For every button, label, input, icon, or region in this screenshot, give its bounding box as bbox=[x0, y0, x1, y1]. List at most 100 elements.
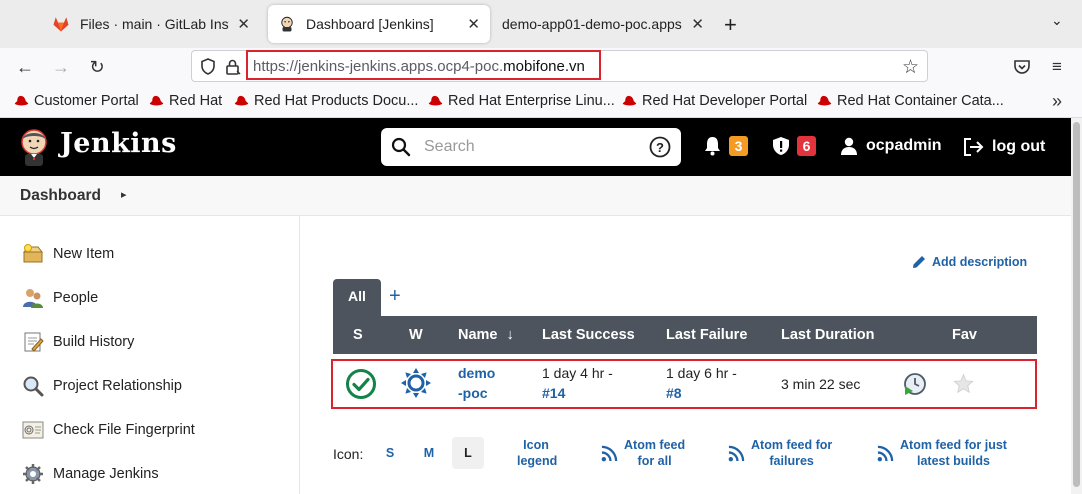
security-button[interactable]: 6 bbox=[772, 136, 816, 156]
scrollbar-thumb[interactable] bbox=[1073, 122, 1080, 487]
tab-list-chevron-icon[interactable]: ⌄ bbox=[1051, 12, 1063, 29]
menu-hamburger-icon[interactable]: ≡ bbox=[1046, 56, 1068, 78]
reload-icon[interactable]: ↻ bbox=[86, 56, 108, 78]
column-last-success[interactable]: Last Success bbox=[542, 327, 635, 343]
logout-icon bbox=[964, 138, 984, 156]
rss-icon bbox=[877, 445, 894, 461]
people-icon bbox=[23, 289, 43, 308]
feed-label-line: Atom feed for bbox=[751, 438, 833, 452]
bookmark-label: Red Hat Developer Portal bbox=[642, 93, 808, 109]
tab-close-icon[interactable]: ✕ bbox=[691, 15, 704, 33]
feed-label-line: Atom feed bbox=[624, 438, 686, 452]
jobs-table-header: S W Name ↓ Last Success Last Failure Las… bbox=[333, 316, 1037, 354]
bookmark-red-hat-developer-portal[interactable]: Red Hat Developer Portal bbox=[621, 93, 807, 109]
jenkins-title[interactable]: Jenkins bbox=[60, 128, 177, 159]
sidebar-item-label: New Item bbox=[53, 246, 115, 262]
icon-size-label: Icon: bbox=[333, 446, 364, 462]
sidebar-item-check-file-fingerprint[interactable]: Check File Fingerprint bbox=[22, 419, 195, 441]
user-button[interactable]: ocpadmin bbox=[840, 137, 942, 155]
sidebar-item-project-relationship[interactable]: Project Relationship bbox=[22, 375, 182, 397]
build-history-icon bbox=[24, 332, 44, 352]
add-view-icon[interactable]: + bbox=[389, 285, 401, 308]
icon-legend-bar: Icon: S M L Icon legend Atom feed for al… bbox=[333, 437, 1037, 471]
sort-arrow-icon: ↓ bbox=[506, 327, 514, 343]
column-name[interactable]: Name ↓ bbox=[458, 327, 514, 343]
pocket-icon[interactable] bbox=[1013, 58, 1031, 76]
tab-close-icon[interactable]: ✕ bbox=[237, 15, 250, 33]
add-description-label: Add description bbox=[932, 255, 1028, 269]
bookmark-label: Red Hat bbox=[169, 93, 223, 109]
page-scrollbar[interactable] bbox=[1071, 118, 1082, 494]
breadcrumb-dashboard[interactable]: Dashboard bbox=[20, 187, 101, 205]
icon-legend-line: Icon bbox=[523, 438, 549, 452]
redhat-icon bbox=[234, 95, 249, 106]
jenkins-logo-icon[interactable] bbox=[18, 127, 50, 167]
new-tab-icon[interactable]: + bbox=[724, 12, 737, 38]
add-description-link[interactable]: Add description bbox=[911, 254, 1027, 270]
bookmark-label: Red Hat Products Docu... bbox=[254, 93, 419, 109]
search-icon bbox=[391, 137, 411, 157]
icon-size-m[interactable]: M bbox=[413, 437, 445, 469]
sidebar-item-label: Manage Jenkins bbox=[53, 466, 159, 482]
column-weather[interactable]: W bbox=[409, 327, 423, 343]
tab-gitlab[interactable]: Files · main · GitLab Instan ✕ bbox=[42, 5, 260, 43]
bookmark-label: Customer Portal bbox=[34, 93, 139, 109]
tab-jenkins-dashboard[interactable]: Dashboard [Jenkins] ✕ bbox=[268, 5, 490, 43]
forward-arrow-icon[interactable]: → bbox=[50, 56, 72, 78]
icon-legend-link[interactable]: Icon legend bbox=[517, 437, 558, 469]
notifications-button[interactable]: 3 bbox=[703, 136, 748, 156]
search-box[interactable]: Search ? bbox=[381, 128, 681, 166]
sidebar-item-label: People bbox=[53, 290, 99, 306]
bookmark-label: Red Hat Enterprise Linu... bbox=[448, 93, 615, 109]
icon-size-s[interactable]: S bbox=[374, 437, 406, 469]
logout-label: log out bbox=[992, 138, 1046, 155]
sidebar-item-label: Build History bbox=[53, 334, 135, 350]
icon-size-l[interactable]: L bbox=[452, 437, 484, 469]
tab-title: demo-app01-demo-poc.apps bbox=[502, 16, 682, 32]
bookmark-customer-portal[interactable]: Customer Portal bbox=[13, 93, 139, 109]
tab-title: Files · main · GitLab Instan bbox=[80, 16, 229, 32]
atom-feed-failures-link[interactable]: Atom feed for failures bbox=[728, 437, 832, 469]
column-last-failure[interactable]: Last Failure bbox=[666, 327, 747, 343]
redhat-icon bbox=[14, 95, 29, 106]
tab-demo-app[interactable]: demo-app01-demo-poc.apps ✕ bbox=[492, 5, 714, 43]
project-relationship-icon bbox=[23, 376, 44, 397]
tab-all[interactable]: All bbox=[333, 279, 381, 317]
bookmarks-overflow-chevron-icon[interactable]: » bbox=[1052, 91, 1062, 112]
back-arrow-icon[interactable]: ← bbox=[14, 56, 36, 78]
breadcrumb-chevron-icon[interactable]: ▸ bbox=[121, 188, 127, 201]
sidebar-item-label: Check File Fingerprint bbox=[53, 422, 195, 438]
shield-icon[interactable] bbox=[200, 58, 216, 75]
help-icon[interactable]: ? bbox=[649, 136, 671, 158]
column-status[interactable]: S bbox=[353, 327, 363, 343]
bookmark-red-hat[interactable]: Red Hat bbox=[148, 93, 222, 109]
bookmark-red-hat-container-catalog[interactable]: Red Hat Container Cata... bbox=[816, 93, 1004, 109]
rss-icon bbox=[601, 445, 618, 461]
column-name-label: Name bbox=[458, 327, 498, 343]
gear-icon bbox=[23, 464, 43, 484]
atom-feed-latest-builds-link[interactable]: Atom feed for just latest builds bbox=[877, 437, 1007, 469]
user-icon bbox=[841, 137, 857, 155]
feed-label-line: Atom feed for just bbox=[900, 438, 1007, 452]
browser-tab-bar: Files · main · GitLab Instan ✕ Dashboard… bbox=[0, 0, 1082, 48]
search-input[interactable]: Search bbox=[424, 138, 475, 156]
pencil-icon bbox=[913, 256, 925, 268]
column-last-duration[interactable]: Last Duration bbox=[781, 327, 874, 343]
sidebar-item-build-history[interactable]: Build History bbox=[22, 331, 134, 353]
tab-close-icon[interactable]: ✕ bbox=[467, 15, 480, 33]
fingerprint-icon bbox=[22, 421, 44, 439]
icon-legend-line: legend bbox=[517, 454, 558, 468]
bookmark-red-hat-products-docs[interactable]: Red Hat Products Docu... bbox=[233, 93, 418, 109]
sidebar-item-new-item[interactable]: New Item bbox=[22, 243, 114, 265]
bookmark-red-hat-enterprise-linux[interactable]: Red Hat Enterprise Linu... bbox=[427, 93, 615, 109]
sidebar-item-manage-jenkins[interactable]: Manage Jenkins bbox=[22, 463, 159, 485]
bookmarks-toolbar: Customer Portal Red Hat Red Hat Products… bbox=[0, 86, 1082, 118]
logout-button[interactable]: log out bbox=[963, 137, 1045, 157]
row-highlight-box bbox=[331, 359, 1037, 409]
column-fav[interactable]: Fav bbox=[952, 327, 977, 343]
bookmark-star-icon[interactable]: ☆ bbox=[902, 56, 919, 79]
sidebar-item-people[interactable]: People bbox=[22, 287, 98, 309]
gitlab-icon bbox=[53, 17, 69, 32]
lock-icon[interactable] bbox=[225, 58, 241, 76]
atom-feed-all-link[interactable]: Atom feed for all bbox=[601, 437, 685, 469]
